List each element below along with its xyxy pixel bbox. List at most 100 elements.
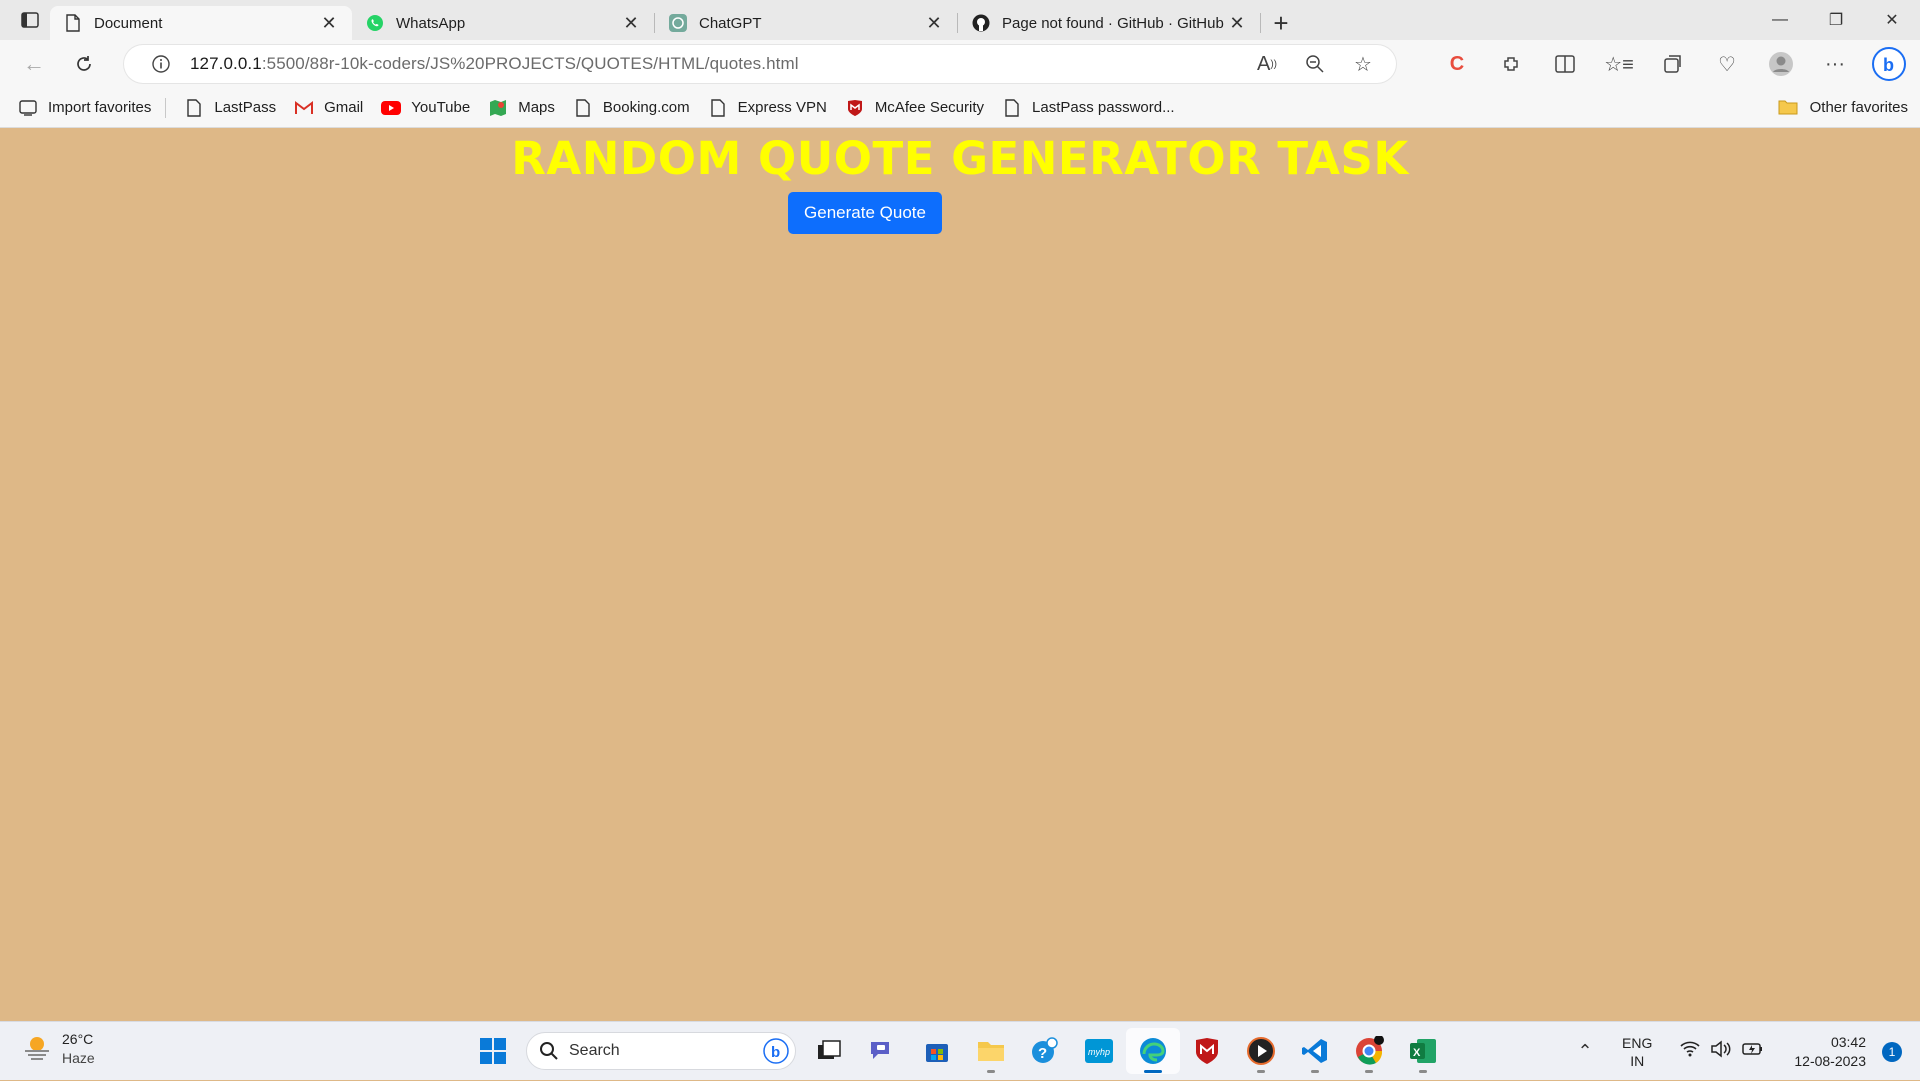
favorites-icon[interactable]: ☆≡ xyxy=(1598,44,1640,84)
clock-time: 03:42 xyxy=(1830,1033,1866,1050)
youtube-icon xyxy=(381,98,402,118)
favorites-bar: Import favorites LastPass Gmail YouTube … xyxy=(0,88,1920,128)
fav-mcafee[interactable]: McAfee Security xyxy=(845,98,984,118)
minimize-icon[interactable]: — xyxy=(1752,0,1808,40)
collections-icon[interactable] xyxy=(1652,44,1694,84)
search-label: Search xyxy=(569,1042,620,1059)
fav-booking[interactable]: Booking.com xyxy=(573,98,690,118)
hp-support-icon[interactable]: ? xyxy=(1018,1028,1072,1074)
url-text[interactable]: 127.0.0.1:5500/88r-10k-coders/JS%20PROJE… xyxy=(190,54,1252,74)
fav-import-favorites[interactable]: Import favorites xyxy=(18,98,151,118)
chatgpt-icon xyxy=(669,14,687,32)
running-indicator xyxy=(1144,1070,1162,1073)
bing-chat-icon[interactable]: b xyxy=(1868,44,1910,84)
fav-lastpass-password[interactable]: LastPass password... xyxy=(1002,98,1175,118)
vscode-icon[interactable] xyxy=(1288,1028,1342,1074)
mcafee-taskbar-icon[interactable] xyxy=(1180,1028,1234,1074)
close-tab-icon[interactable]: ✕ xyxy=(620,12,642,34)
battery-charging-icon xyxy=(1742,1040,1764,1063)
system-tray: ⌃ ENG IN 03:42 12-08-2023 1 xyxy=(1570,1022,1920,1081)
tab-document[interactable]: Document ✕ xyxy=(50,6,352,40)
fav-label: LastPass password... xyxy=(1032,99,1175,116)
page-title: RANDOM QUOTE GENERATOR TASK xyxy=(511,132,1409,185)
fav-label: LastPass xyxy=(214,99,277,116)
more-menu-icon[interactable]: ··· xyxy=(1814,44,1856,84)
tab-whatsapp[interactable]: WhatsApp ✕ xyxy=(352,6,654,40)
start-icon[interactable] xyxy=(466,1028,520,1074)
fav-gmail[interactable]: Gmail xyxy=(294,98,363,118)
clock-date: 12-08-2023 xyxy=(1794,1052,1866,1069)
fav-express-vpn[interactable]: Express VPN xyxy=(708,98,827,118)
show-hidden-icons-icon[interactable]: ⌃ xyxy=(1570,1041,1600,1062)
tab-title: Document xyxy=(94,14,163,32)
close-window-icon[interactable]: ✕ xyxy=(1864,0,1920,40)
weather-desc: Haze xyxy=(62,1050,95,1066)
clock[interactable]: 03:42 12-08-2023 xyxy=(1794,1033,1866,1071)
edge-icon[interactable] xyxy=(1126,1028,1180,1074)
lang-bottom: IN xyxy=(1630,1052,1645,1069)
lang-top: ENG xyxy=(1622,1034,1653,1051)
zoom-out-icon[interactable] xyxy=(1300,49,1330,79)
svg-text:b: b xyxy=(1883,55,1894,75)
close-tab-icon[interactable]: ✕ xyxy=(923,12,945,34)
other-favorites-label: Other favorites xyxy=(1809,98,1908,116)
fav-label: Express VPN xyxy=(737,99,827,116)
tab-chatgpt[interactable]: ChatGPT ✕ xyxy=(655,6,957,40)
fav-maps[interactable]: Maps xyxy=(488,98,555,118)
github-icon xyxy=(972,14,990,32)
bing-icon: b xyxy=(763,1038,789,1064)
myhp-icon[interactable]: myhp xyxy=(1072,1028,1126,1074)
running-indicator xyxy=(987,1070,995,1073)
profile-avatar[interactable] xyxy=(1760,44,1802,84)
media-player-icon[interactable] xyxy=(1234,1028,1288,1074)
svg-text:X: X xyxy=(1413,1047,1421,1059)
running-indicator xyxy=(1257,1070,1265,1073)
coupons-extension-icon[interactable]: C xyxy=(1436,44,1478,84)
weather-temp: 26°C xyxy=(62,1031,94,1047)
quick-settings[interactable] xyxy=(1680,1040,1764,1063)
address-bar[interactable]: 127.0.0.1:5500/88r-10k-coders/JS%20PROJE… xyxy=(124,45,1396,83)
weather-haze-icon xyxy=(22,1032,52,1067)
back-icon[interactable]: ← xyxy=(14,44,54,84)
fav-label: Booking.com xyxy=(602,99,690,116)
tab-actions-icon[interactable] xyxy=(10,0,50,40)
taskbar-search[interactable]: Search b xyxy=(526,1032,796,1070)
fav-youtube[interactable]: YouTube xyxy=(381,98,470,118)
other-favorites[interactable]: Other favorites xyxy=(1778,97,1908,117)
close-tab-icon[interactable]: ✕ xyxy=(318,12,340,34)
wifi-icon xyxy=(1680,1040,1700,1063)
tab-strip: Document ✕ WhatsApp ✕ ChatGPT ✕ Page not… xyxy=(0,0,1920,40)
task-view-icon[interactable] xyxy=(802,1028,856,1074)
new-tab-icon[interactable]: + xyxy=(1261,6,1301,40)
whatsapp-icon xyxy=(366,14,384,32)
fav-label: McAfee Security xyxy=(874,99,985,116)
restore-icon[interactable]: ❐ xyxy=(1808,0,1864,40)
teams-chat-icon[interactable] xyxy=(856,1028,910,1074)
refresh-icon[interactable] xyxy=(64,44,104,84)
page-icon xyxy=(708,98,728,118)
close-tab-icon[interactable]: ✕ xyxy=(1226,12,1248,34)
chrome-icon[interactable] xyxy=(1342,1028,1396,1074)
weather-widget[interactable]: 26°C Haze xyxy=(22,1030,95,1068)
language-indicator[interactable]: ENG IN xyxy=(1622,1034,1652,1070)
mcafee-icon xyxy=(845,98,865,118)
page-icon xyxy=(184,98,204,118)
extensions-icon[interactable] xyxy=(1490,44,1532,84)
split-screen-icon[interactable] xyxy=(1544,44,1586,84)
url-host: 127.0.0.1 xyxy=(190,54,262,73)
excel-icon[interactable]: X xyxy=(1396,1028,1450,1074)
document-icon xyxy=(64,14,82,32)
microsoft-store-icon[interactable] xyxy=(910,1028,964,1074)
read-aloud-icon[interactable]: A)) xyxy=(1252,49,1282,79)
page-content: RANDOM QUOTE GENERATOR TASK Generate Quo… xyxy=(0,128,1920,1021)
file-explorer-icon[interactable] xyxy=(964,1028,1018,1074)
notification-badge[interactable]: 1 xyxy=(1882,1041,1902,1062)
favorite-star-icon[interactable]: ☆ xyxy=(1348,49,1378,79)
browser-essentials-icon[interactable]: ♡ xyxy=(1706,44,1748,84)
tab-title: Page not found · GitHub · GitHub xyxy=(1002,14,1224,32)
fav-lastpass[interactable]: LastPass xyxy=(184,98,276,118)
generate-quote-button[interactable]: Generate Quote xyxy=(788,192,942,234)
site-info-icon[interactable] xyxy=(144,54,178,74)
favorites-separator xyxy=(165,97,167,118)
tab-github[interactable]: Page not found · GitHub · GitHub ✕ xyxy=(958,6,1260,40)
